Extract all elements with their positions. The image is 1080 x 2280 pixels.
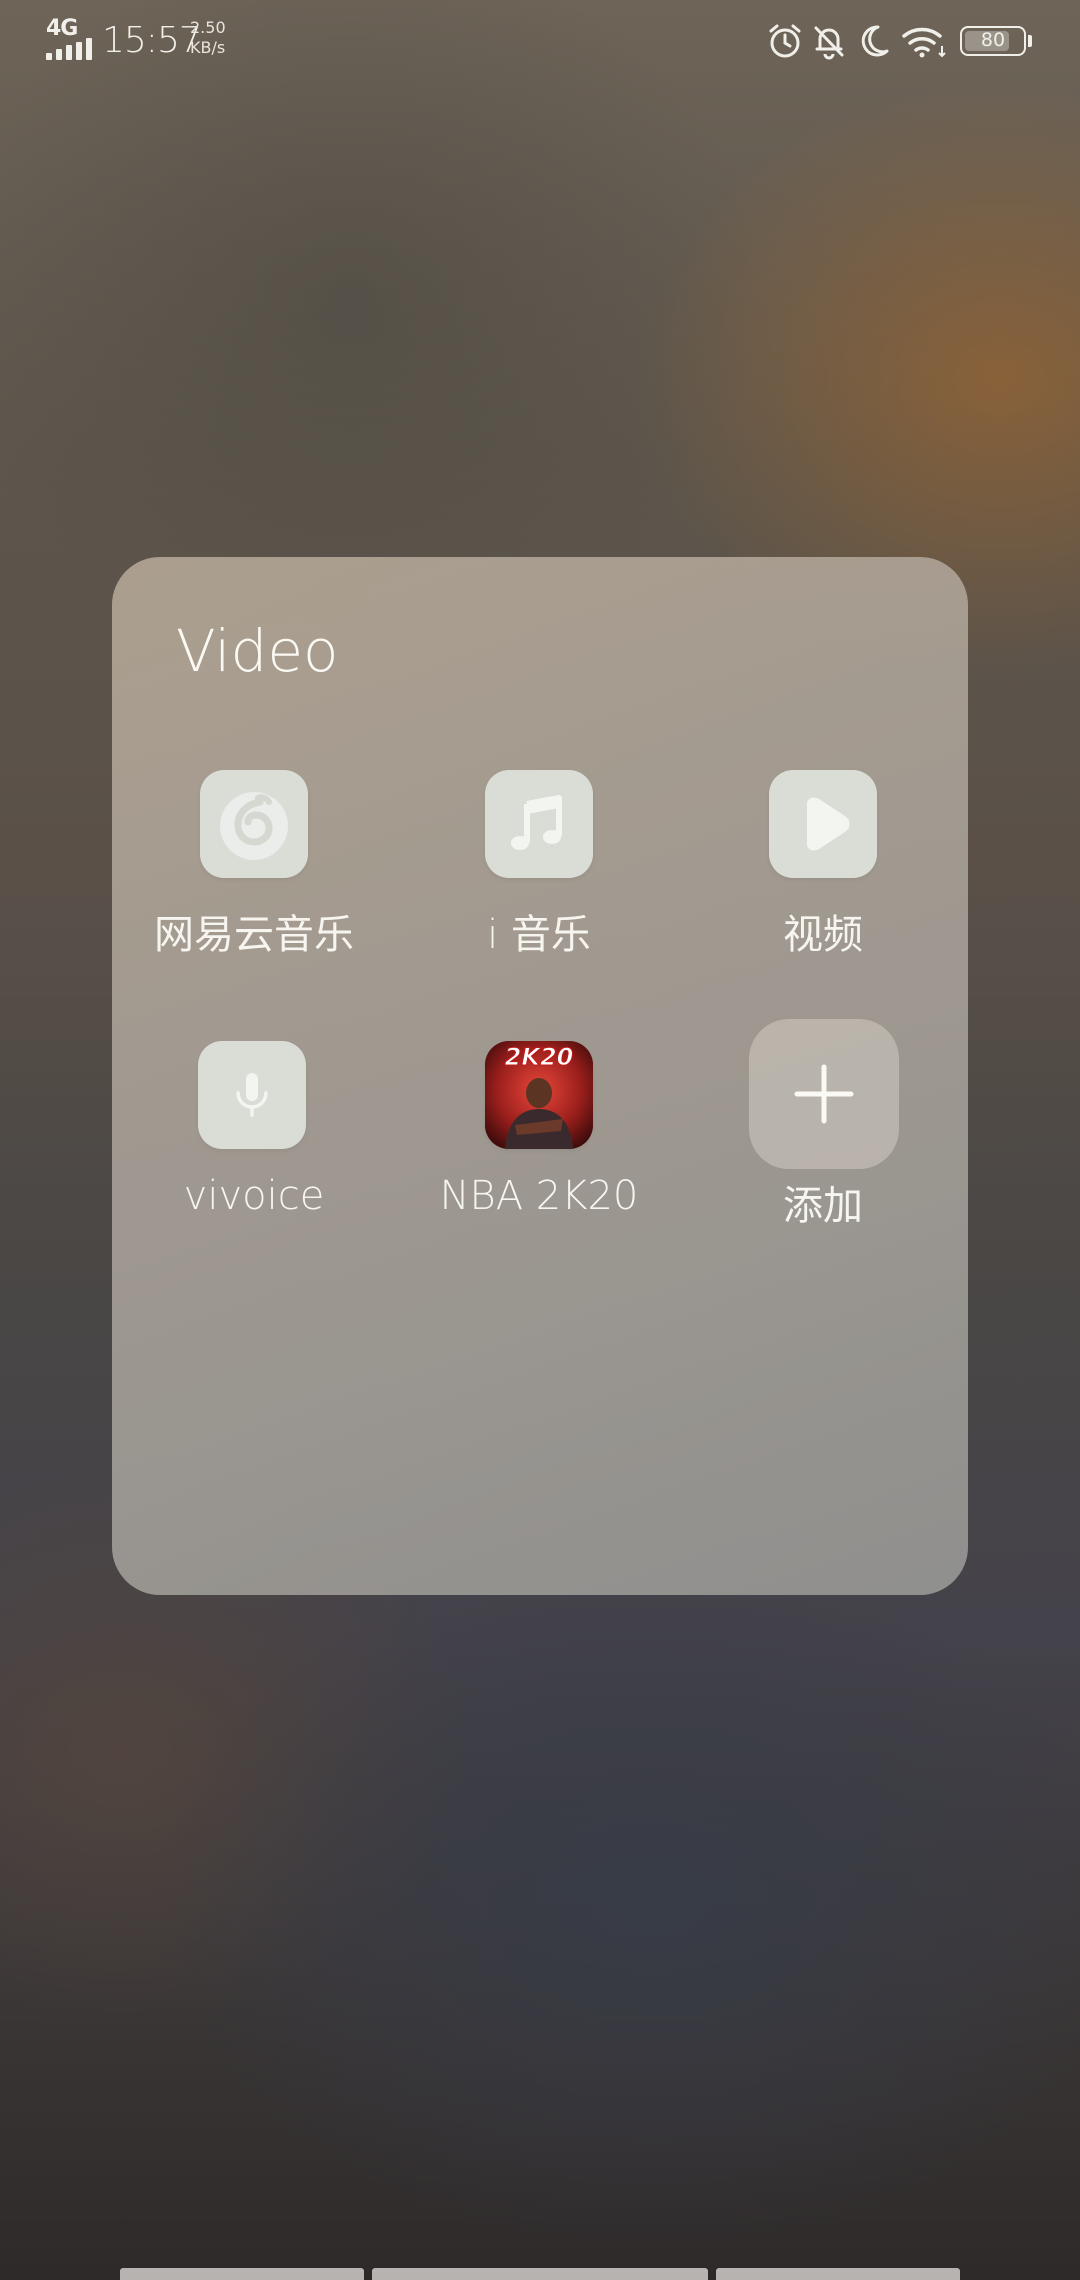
app-label: 网易云音乐 <box>154 912 354 958</box>
battery-cap <box>1028 35 1032 47</box>
play-icon <box>769 770 877 878</box>
nba-2k20-icon: 2K20 <box>485 1041 593 1149</box>
battery-level: 80 <box>980 29 1006 51</box>
microphone-icon <box>198 1041 306 1149</box>
app-label: vivoice <box>183 1173 325 1219</box>
app-netease-music[interactable]: 网易云音乐 <box>112 770 396 1000</box>
mute-icon <box>814 26 844 60</box>
add-app-button[interactable]: 添加 <box>693 1019 953 1271</box>
netease-music-icon <box>200 770 308 878</box>
wifi-icon <box>902 27 946 58</box>
app-i-music[interactable]: i 音乐 <box>409 770 669 1000</box>
app-label: 视频 <box>783 912 863 958</box>
network-speed-value: 2.50 <box>190 18 226 37</box>
navigation-gesture-bar[interactable] <box>0 2268 1080 2280</box>
alarm-icon <box>769 24 801 58</box>
plus-icon <box>749 1019 899 1169</box>
music-note-icon <box>485 770 593 878</box>
app-vivoice[interactable]: vivoice <box>112 1041 396 1271</box>
app-label: i 音乐 <box>487 912 591 958</box>
network-speed-unit: KB/s <box>190 38 226 57</box>
folder-title[interactable]: Video <box>176 617 339 685</box>
nba-2k20-logo-text: 2K20 <box>505 1043 574 1071</box>
app-video[interactable]: 视频 <box>693 770 953 1000</box>
network-type: 4G <box>46 16 78 41</box>
status-bar: 4G 15:57 2.50 KB/s 80 <box>0 0 1080 84</box>
network-speed: 2.50 KB/s <box>190 18 226 58</box>
battery-icon: 80 <box>960 26 1026 56</box>
moon-icon <box>861 25 889 57</box>
signal-icon: 4G <box>46 16 92 60</box>
app-nba-2k20[interactable]: 2K20 NBA 2K20 <box>409 1041 669 1271</box>
status-time: 15:57 <box>102 20 202 61</box>
app-folder: Video 网易云音乐 i 音乐 视频 vivoice 2K20 NBA 2K2… <box>112 557 968 1595</box>
app-label: 添加 <box>783 1183 863 1229</box>
app-label: NBA 2K20 <box>439 1173 639 1219</box>
